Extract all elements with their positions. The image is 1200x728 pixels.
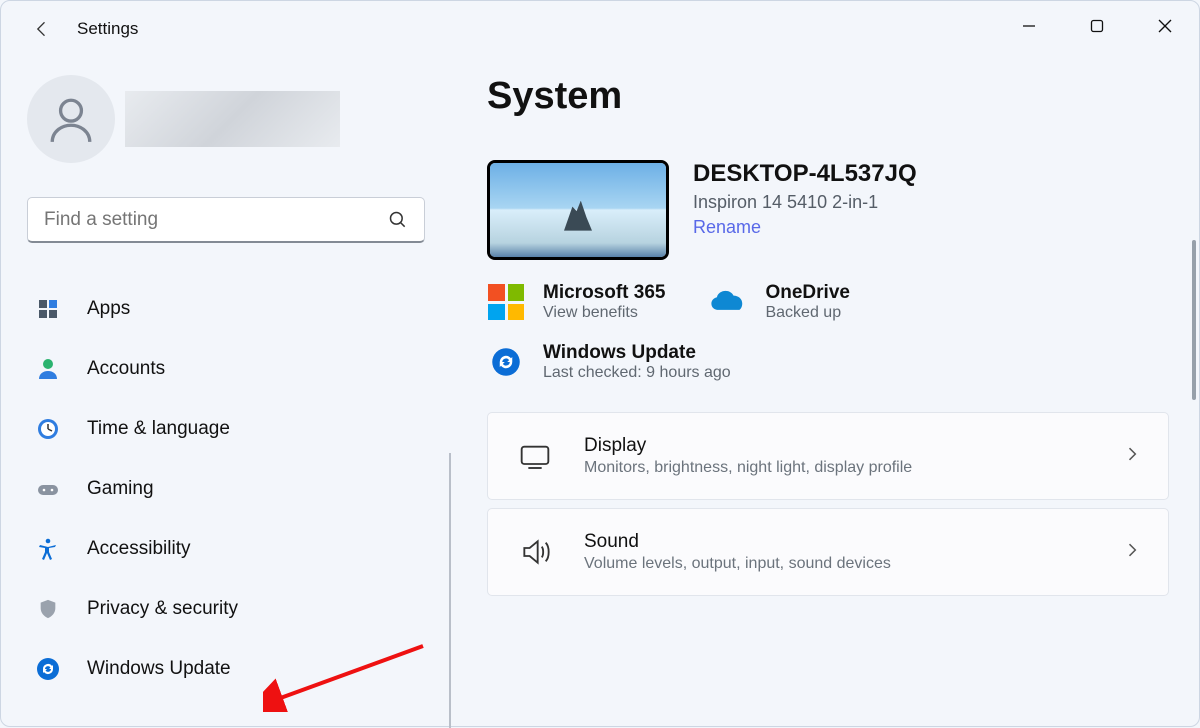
chevron-right-icon xyxy=(1122,540,1142,565)
setting-subtitle: Volume levels, output, input, sound devi… xyxy=(584,555,891,573)
card-title: OneDrive xyxy=(765,282,849,304)
display-icon xyxy=(514,440,556,472)
accessibility-icon xyxy=(35,536,61,562)
device-wallpaper xyxy=(487,160,669,260)
sidebar-divider xyxy=(449,453,451,728)
sidebar-item-gaming[interactable]: Gaming xyxy=(27,463,441,514)
minimize-button[interactable] xyxy=(995,1,1063,51)
window-controls xyxy=(995,1,1199,51)
setting-display[interactable]: Display Monitors, brightness, night ligh… xyxy=(487,412,1169,500)
onedrive-card[interactable]: OneDrive Backed up xyxy=(709,282,849,322)
sidebar-item-windows-update[interactable]: Windows Update xyxy=(27,643,441,694)
sidebar-item-label: Gaming xyxy=(87,478,154,500)
card-subtitle: Last checked: 9 hours ago xyxy=(543,364,731,382)
rename-link[interactable]: Rename xyxy=(693,217,917,238)
card-subtitle: Backed up xyxy=(765,304,849,322)
sidebar-item-label: Accessibility xyxy=(87,538,190,560)
sidebar-item-label: Windows Update xyxy=(87,658,231,680)
time-language-icon xyxy=(35,416,61,442)
accounts-icon xyxy=(35,356,61,382)
device-block: DESKTOP-4L537JQ Inspiron 14 5410 2-in-1 … xyxy=(487,160,1169,260)
card-title: Microsoft 365 xyxy=(543,282,665,304)
page-title: System xyxy=(487,75,1169,118)
search-input[interactable] xyxy=(44,209,388,231)
device-model: Inspiron 14 5410 2-in-1 xyxy=(693,192,917,213)
sidebar-item-label: Time & language xyxy=(87,418,230,440)
main-content: System DESKTOP-4L537JQ Inspiron 14 5410 … xyxy=(461,57,1199,726)
setting-title: Display xyxy=(584,435,912,457)
apps-icon xyxy=(35,296,61,322)
sidebar-item-accessibility[interactable]: Accessibility xyxy=(27,523,441,574)
user-name-redacted xyxy=(125,91,340,147)
setting-subtitle: Monitors, brightness, night light, displ… xyxy=(584,459,912,477)
chevron-right-icon xyxy=(1122,444,1142,469)
sidebar-item-time-language[interactable]: Time & language xyxy=(27,403,441,454)
microsoft-365-card[interactable]: Microsoft 365 View benefits xyxy=(487,282,665,322)
app-title: Settings xyxy=(77,19,138,39)
user-block[interactable] xyxy=(27,75,441,163)
onedrive-icon xyxy=(709,283,747,321)
card-title: Windows Update xyxy=(543,342,731,364)
windows-update-icon xyxy=(35,656,61,682)
search-box[interactable] xyxy=(27,197,425,243)
sidebar-item-accounts[interactable]: Accounts xyxy=(27,343,441,394)
scrollbar[interactable] xyxy=(1192,240,1196,400)
sidebar-item-privacy-security[interactable]: Privacy & security xyxy=(27,583,441,634)
shield-icon xyxy=(35,596,61,622)
gaming-icon xyxy=(35,476,61,502)
card-subtitle: View benefits xyxy=(543,304,665,322)
sidebar-item-apps[interactable]: Apps xyxy=(27,283,441,334)
sidebar-item-label: Apps xyxy=(87,298,130,320)
maximize-button[interactable] xyxy=(1063,1,1131,51)
setting-sound[interactable]: Sound Volume levels, output, input, soun… xyxy=(487,508,1169,596)
back-button[interactable] xyxy=(31,18,53,40)
sidebar: Apps Accounts Time & language Gaming xyxy=(1,57,461,726)
sidebar-item-label: Accounts xyxy=(87,358,165,380)
windows-update-card[interactable]: Windows Update Last checked: 9 hours ago xyxy=(487,342,1169,382)
sound-icon xyxy=(514,536,556,568)
windows-update-icon xyxy=(487,343,525,381)
avatar xyxy=(27,75,115,163)
search-icon xyxy=(388,210,408,230)
device-name: DESKTOP-4L537JQ xyxy=(693,160,917,188)
microsoft-365-icon xyxy=(487,283,525,321)
navigation: Apps Accounts Time & language Gaming xyxy=(27,283,441,694)
title-bar: Settings xyxy=(1,1,1199,57)
close-button[interactable] xyxy=(1131,1,1199,51)
setting-title: Sound xyxy=(584,531,891,553)
sidebar-item-label: Privacy & security xyxy=(87,598,238,620)
